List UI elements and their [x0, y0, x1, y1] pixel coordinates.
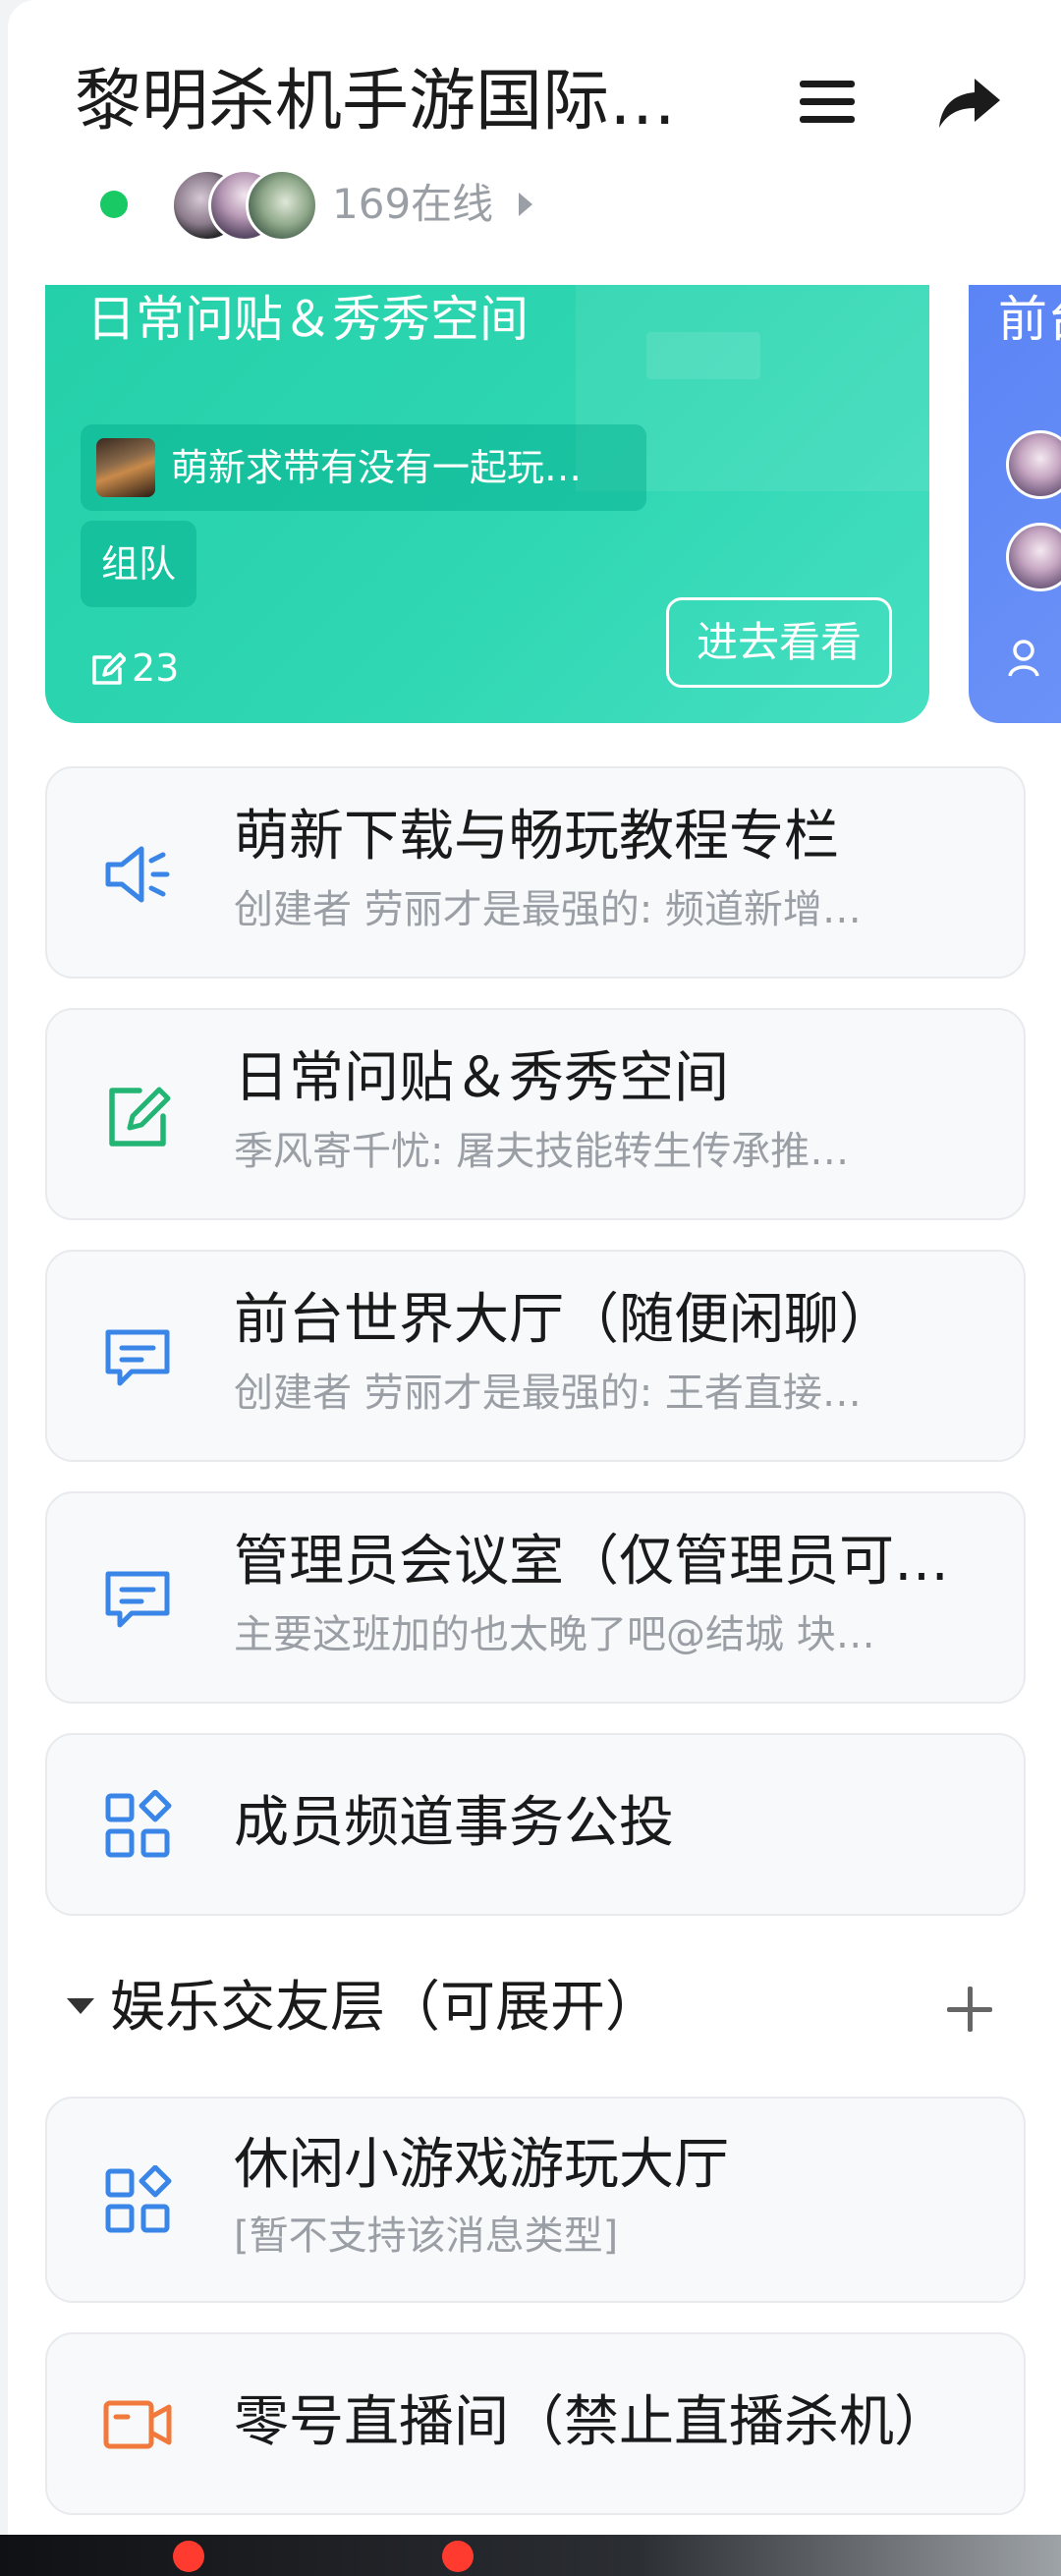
channel-name: 零号直播间（禁止直播杀机） — [234, 2390, 949, 2454]
channel-name: 管理员会议室（仅管理员可… — [234, 1530, 949, 1594]
megaphone-icon — [105, 846, 170, 903]
channel-name: 日常问贴＆秀秀空间 — [234, 1046, 729, 1110]
channel-name: 休闲小游戏游玩大厅 — [234, 2133, 729, 2197]
channel-preview: 主要这班加的也太晚了吧@结城 块… — [234, 1612, 875, 1657]
post-count-value: 23 — [132, 646, 180, 690]
enter-channel-button[interactable]: 进去看看 — [666, 597, 892, 688]
channel-preview: [暂不支持该消息类型] — [234, 2213, 619, 2259]
avatar — [1006, 523, 1061, 591]
post-title: 萌新求带有没有一起玩… — [171, 446, 583, 489]
channel-group-header[interactable]: 娱乐交友层（可展开） — [67, 1969, 1010, 2047]
edit-icon — [92, 652, 127, 685]
card-decoration — [646, 332, 760, 379]
chevron-right-icon[interactable] — [519, 193, 532, 216]
channel-item[interactable]: 管理员会议室（仅管理员可… 主要这班加的也太晚了吧@结城 块… — [45, 1491, 1026, 1704]
record-indicator — [173, 2541, 204, 2572]
channel-name: 前台世界大厅（随便闲聊） — [234, 1288, 894, 1352]
channel-item[interactable]: 休闲小游戏游玩大厅 [暂不支持该消息类型] — [45, 2097, 1026, 2303]
menu-icon[interactable] — [800, 81, 855, 124]
topic-tag[interactable]: 组队 — [81, 521, 196, 607]
featured-title: 前台 — [998, 291, 1061, 348]
featured-latest-post[interactable]: 萌新求带有没有一起玩… — [81, 424, 646, 511]
record-indicator — [442, 2541, 474, 2572]
online-status-dot — [100, 191, 128, 218]
members-count: 9 — [1008, 639, 1061, 682]
channel-name: 萌新下载与畅玩教程专栏 — [234, 805, 839, 868]
channel-page: 黎明杀机手游国际… 169在线 日常问贴＆秀秀空间 萌新求带有没有一起玩… 组队… — [8, 0, 1061, 2535]
bottom-strip — [0, 2535, 1061, 2576]
person-icon — [1013, 640, 1034, 661]
share-icon[interactable] — [937, 75, 1002, 130]
post-thumbnail — [96, 438, 155, 497]
page-title[interactable]: 黎明杀机手游国际… — [75, 61, 743, 143]
featured-channel-card[interactable]: 日常问贴＆秀秀空间 萌新求带有没有一起玩… 组队 23 进去看看 — [45, 285, 929, 723]
channel-name: 成员频道事务公投 — [234, 1791, 674, 1855]
channel-preview: 创建者 劳丽才是最强的: 频道新增… — [234, 887, 862, 932]
channel-group-label: 娱乐交友层（可展开） — [110, 1976, 660, 2040]
channel-preview: 创建者 劳丽才是最强的: 王者直接… — [234, 1371, 862, 1416]
post-count: 23 — [90, 639, 179, 698]
caret-down-icon[interactable] — [67, 1998, 94, 2014]
featured-channel-card-next[interactable]: 前台 9 — [969, 285, 1061, 723]
online-avatars[interactable] — [171, 169, 318, 242]
channel-item[interactable]: 成员频道事务公投 — [45, 1733, 1026, 1916]
apps-icon — [105, 2165, 172, 2233]
channel-preview: 季风寄千忧: 屠夫技能转生传承推… — [234, 1129, 850, 1174]
chat-icon — [105, 1329, 170, 1386]
channel-item[interactable]: 萌新下载与畅玩教程专栏 创建者 劳丽才是最强的: 频道新增… — [45, 766, 1026, 979]
channel-item[interactable]: 前台世界大厅（随便闲聊） 创建者 劳丽才是最强的: 王者直接… — [45, 1250, 1026, 1462]
online-count[interactable]: 169在线 — [332, 175, 493, 234]
add-channel-icon[interactable] — [947, 1987, 992, 2032]
channel-item[interactable]: 日常问贴＆秀秀空间 季风寄千忧: 屠夫技能转生传承推… — [45, 1008, 1026, 1220]
apps-icon — [105, 1790, 172, 1858]
channel-item[interactable]: 零号直播间（禁止直播杀机） — [45, 2332, 1026, 2515]
video-icon — [103, 2400, 172, 2449]
featured-title: 日常问贴＆秀秀空间 — [86, 291, 529, 348]
chat-icon — [105, 1571, 170, 1628]
edit-icon — [109, 1087, 171, 1147]
avatar — [1006, 430, 1061, 499]
avatar — [246, 169, 318, 242]
